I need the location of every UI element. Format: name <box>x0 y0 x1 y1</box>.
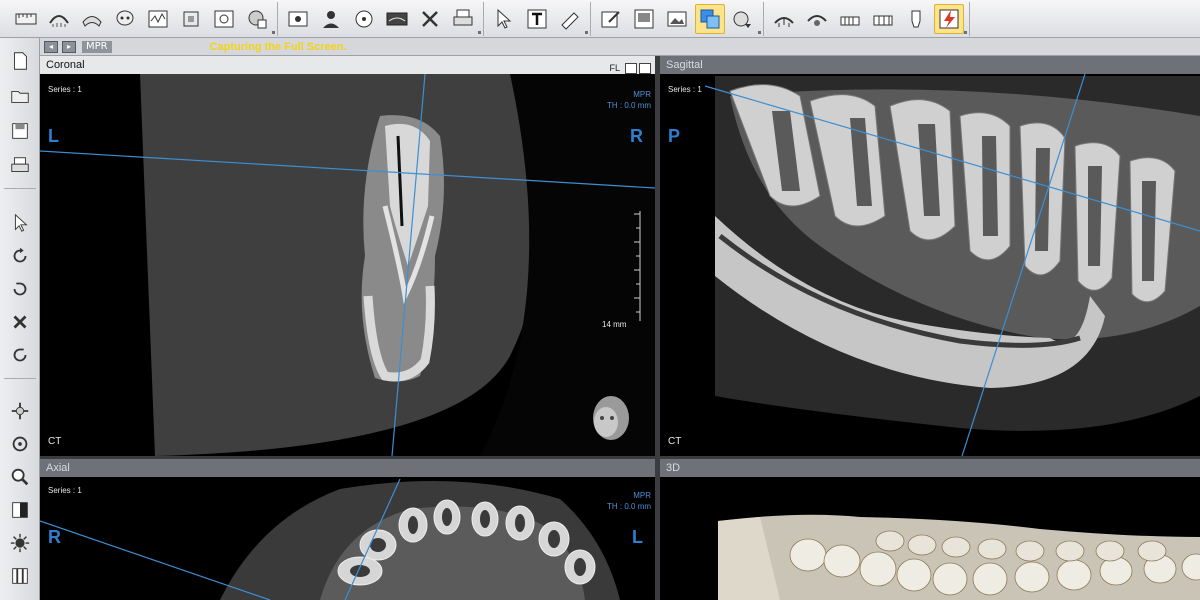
3d-viewport[interactable]: 3D <box>660 459 1200 600</box>
orientation-right: R <box>630 126 643 146</box>
layout-icon[interactable] <box>625 62 637 74</box>
toolbar-group-report <box>591 1 764 36</box>
pointer-icon[interactable] <box>489 4 519 34</box>
brightness-icon[interactable] <box>5 530 35 556</box>
edit-icon[interactable] <box>596 4 626 34</box>
axial-title-bar: Axial <box>40 459 655 477</box>
axial-viewport[interactable]: Axial Series : 1 MPR TH : 0.0 mm R L <box>40 459 655 600</box>
image-icon[interactable] <box>662 4 692 34</box>
status-strip: ◂ ▸ MPR Capturing the Full Screen. <box>40 38 1200 56</box>
axial-scan-image <box>40 478 620 600</box>
mpr-label: MPR <box>633 491 651 500</box>
redo-icon[interactable] <box>5 342 35 368</box>
flash-icon[interactable] <box>934 3 964 34</box>
export-icon[interactable] <box>728 4 758 34</box>
overlay-icon[interactable] <box>695 3 725 34</box>
panoramic-icon[interactable] <box>44 4 74 34</box>
viewport-title: Coronal <box>46 59 85 71</box>
orientation-right: L <box>632 527 643 547</box>
sagittal-title-bar: Sagittal <box>660 56 1200 74</box>
print-icon[interactable] <box>448 4 478 34</box>
sagittal-scan-image <box>704 73 1200 456</box>
xray-icon[interactable] <box>382 4 412 34</box>
capture-icon[interactable] <box>209 4 239 34</box>
main-toolbar <box>0 0 1200 38</box>
chevron-right-icon: ▸ <box>66 41 71 51</box>
scale-label: 14 mm <box>602 320 627 329</box>
zoom-icon[interactable] <box>5 464 35 490</box>
tools-icon[interactable] <box>415 4 445 34</box>
viewport-splitter-horizontal[interactable] <box>40 456 1200 459</box>
ortho-icon[interactable] <box>835 4 865 34</box>
eraser-icon[interactable] <box>555 4 585 34</box>
patient-icon[interactable] <box>316 4 346 34</box>
dental-ct-viewer-window: ◂ ▸ MPR Capturing the Full Screen. Coron… <box>0 0 1200 600</box>
mpr-label: MPR <box>633 90 651 99</box>
jaw-icon[interactable] <box>77 4 107 34</box>
head-orientation-icon <box>593 396 629 440</box>
orientation-left: P <box>668 126 681 146</box>
skull-icon[interactable] <box>110 4 140 34</box>
coronal-viewport[interactable]: Coronal FL Series : 1 MPR TH : 0.0 mm L … <box>40 56 655 456</box>
report-icon[interactable] <box>629 4 659 34</box>
separator <box>4 188 36 189</box>
chevron-left-icon: ◂ <box>48 41 53 51</box>
series-label: Series : 1 <box>48 85 82 94</box>
series-label: Series : 1 <box>48 486 82 495</box>
fl-toggle[interactable]: FL <box>609 59 620 77</box>
sagittal-viewport[interactable]: Sagittal Series : 1 P CT <box>660 56 1200 456</box>
ruler-icon[interactable] <box>11 4 41 34</box>
maximize-icon[interactable] <box>639 62 651 74</box>
disc-icon[interactable] <box>349 4 379 34</box>
3d-title-bar: 3D <box>660 459 1200 477</box>
toolbar-group-patient <box>278 1 484 36</box>
photo-icon[interactable] <box>283 4 313 34</box>
viewport-controls: FL <box>609 59 651 77</box>
layers-icon[interactable] <box>242 4 272 34</box>
orientation-left: L <box>48 126 59 146</box>
toolbar-group-planning <box>764 1 970 36</box>
viewport-title: Sagittal <box>666 59 703 71</box>
left-toolbar <box>0 38 40 600</box>
crown-icon[interactable] <box>901 4 931 34</box>
pointer-icon[interactable] <box>5 210 35 236</box>
thickness-label: TH : 0.0 mm <box>606 101 651 110</box>
thickness-label: TH : 0.0 mm <box>606 502 651 511</box>
toolbar-group-views <box>6 1 278 36</box>
save-icon[interactable] <box>5 118 35 144</box>
orientation-left: R <box>48 527 61 547</box>
next-page-button[interactable]: ▸ <box>62 40 76 53</box>
status-message: Capturing the Full Screen. <box>209 40 347 53</box>
toolbar-group-annotate <box>484 1 591 36</box>
teeth-icon[interactable] <box>868 4 898 34</box>
viewport-title: Axial <box>46 462 70 474</box>
close-icon[interactable] <box>5 309 35 335</box>
series-label: Series : 1 <box>668 85 702 94</box>
implant-icon[interactable] <box>769 4 799 34</box>
open-folder-icon[interactable] <box>5 83 35 109</box>
waveform-icon[interactable] <box>143 4 173 34</box>
coronal-title-bar: Coronal FL <box>40 56 655 74</box>
coronal-scan-image <box>40 73 655 456</box>
film-icon[interactable] <box>5 563 35 589</box>
prev-page-button[interactable]: ◂ <box>44 40 58 53</box>
print-icon[interactable] <box>5 153 35 179</box>
viewport-splitter-vertical[interactable] <box>655 56 660 600</box>
mode-label: MPR <box>82 40 112 53</box>
text-icon[interactable] <box>522 4 552 34</box>
modality-label: CT <box>48 436 62 447</box>
crop-icon[interactable] <box>176 4 206 34</box>
viewport-title: 3D <box>666 462 681 474</box>
separator <box>4 378 36 379</box>
modality-label: CT <box>668 436 682 447</box>
contrast-icon[interactable] <box>5 497 35 523</box>
reset-icon[interactable] <box>5 431 35 457</box>
undo-icon[interactable] <box>5 276 35 302</box>
pan-icon[interactable] <box>5 398 35 424</box>
new-file-icon[interactable] <box>5 48 35 74</box>
3d-render-image <box>718 514 1200 600</box>
nerve-icon[interactable] <box>802 4 832 34</box>
rotate-icon[interactable] <box>5 243 35 269</box>
